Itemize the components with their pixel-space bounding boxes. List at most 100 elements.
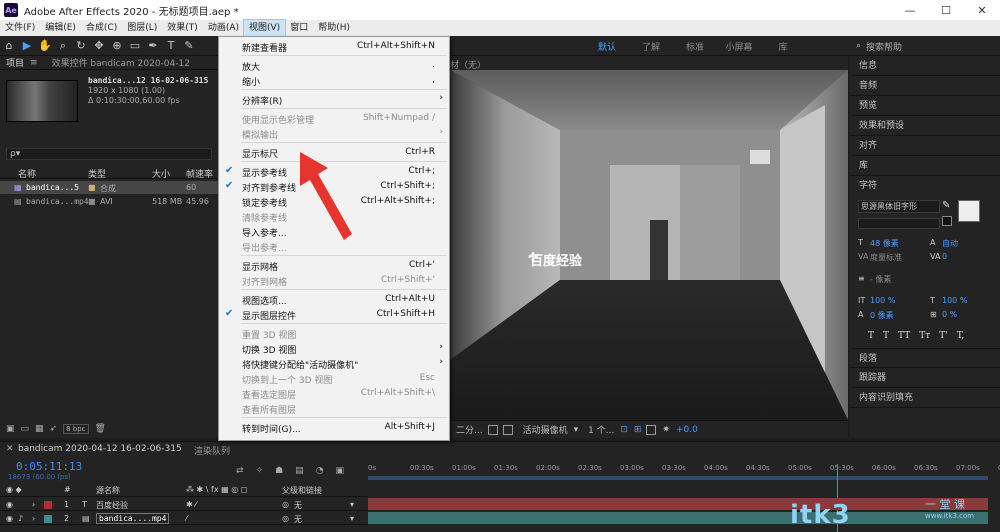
faux-italic-button[interactable]: T (883, 331, 889, 341)
menu-edit[interactable]: 编辑(E) (40, 20, 81, 36)
rectangle-tool-icon[interactable]: ▭ (126, 37, 144, 55)
region-of-interest-icon[interactable] (487, 424, 498, 435)
workspace-library[interactable]: 库 (761, 40, 805, 53)
visibility-icon[interactable]: ◉ (6, 514, 13, 523)
superscript-button[interactable]: T' (939, 331, 947, 341)
brush-tool-icon[interactable]: ✎ (180, 37, 198, 55)
font-size-value[interactable]: 48 像素 (870, 238, 899, 249)
all-caps-button[interactable]: TT (898, 331, 910, 341)
panel-info[interactable]: 信息 (850, 56, 1000, 76)
chevron-down-icon[interactable]: ▾ (350, 514, 354, 523)
close-button[interactable]: ✕ (964, 0, 1000, 20)
tab-effect-controls[interactable]: 效果控件 bandicam 2020-04-12 (38, 56, 190, 69)
subscript-button[interactable]: T, (957, 331, 965, 341)
chevron-down-icon[interactable]: ▾ (350, 500, 354, 509)
menu-item[interactable]: 放大. (219, 58, 449, 73)
pan-behind-tool-icon[interactable]: ⊕ (108, 37, 126, 55)
menu-window[interactable]: 窗口 (285, 20, 313, 36)
menu-item[interactable]: 显示网格 Ctrl+' (219, 258, 449, 273)
tab-render-queue[interactable]: 渲染队列 (194, 444, 230, 457)
menu-item[interactable]: 将快捷键分配给"活动摄像机" › (219, 356, 449, 371)
workspace-standard[interactable]: 标准 (673, 40, 717, 53)
resolution-select[interactable]: 二分... (456, 423, 483, 436)
anchor-crosshair-icon[interactable]: ✣ (528, 250, 538, 264)
close-icon[interactable]: ✕ (6, 444, 14, 454)
fill-color-swatch[interactable] (958, 200, 980, 222)
menu-item[interactable]: 新建查看器 Ctrl+Alt+Shift+N (219, 39, 449, 54)
timeline-link-icon[interactable]: ⊞ (634, 425, 642, 435)
layer-switches-icon[interactable]: ✱ ⁄ (186, 500, 197, 509)
trash-icon[interactable]: 🗑 (95, 424, 106, 434)
parent-link-icon[interactable]: ◎ (282, 500, 289, 509)
menu-item[interactable]: 切换 3D 视图 › (219, 341, 449, 356)
comp-flowchart-icon[interactable] (646, 424, 657, 435)
label-color-icon[interactable] (44, 515, 52, 523)
visibility-icon[interactable]: ◉ (6, 500, 13, 509)
panel-tracker[interactable]: 跟踪器 (850, 368, 1000, 388)
col-type[interactable]: 类型 (88, 167, 106, 180)
pen-tool-icon[interactable]: ✒ (144, 37, 162, 55)
table-row[interactable]: ◉ › 1 T 百度经验 ✱ ⁄ ◎ 无 ▾ (0, 498, 368, 511)
menu-view[interactable]: 视图(V) (242, 19, 287, 37)
transparency-grid-icon[interactable] (502, 424, 513, 435)
project-search-input[interactable]: ρ▾ (6, 148, 212, 160)
stroke-width-value[interactable]: - 像素 (870, 274, 891, 285)
list-item[interactable]: ▦ bandica...5 ■ 合成 60 (0, 181, 218, 194)
comp-mini-flowchart-icon[interactable]: ⇄ (236, 466, 244, 476)
parent-link-icon[interactable]: ◎ (282, 514, 289, 523)
table-row[interactable]: ◉ ♪ › 2 ▤ bandica....mp4 ⁄ ◎ 无 ▾ (0, 512, 368, 525)
menu-item[interactable]: 缩小, (219, 73, 449, 88)
exposure-value[interactable]: +0.0 (676, 425, 698, 435)
layer-bar-text[interactable] (368, 498, 988, 510)
workspace-learn[interactable]: 了解 (629, 40, 673, 53)
new-composition-icon[interactable]: ▦ (35, 424, 44, 434)
type-tool-icon[interactable]: T (162, 37, 180, 55)
tsume-value[interactable]: 0 % (942, 310, 957, 319)
selection-tool-icon[interactable]: ▶ (18, 37, 36, 55)
menu-file[interactable]: 文件(F) (0, 20, 40, 36)
bpc-toggle[interactable]: 8 bpc (63, 424, 89, 434)
workspace-small-screen[interactable]: 小屏幕 (717, 40, 761, 53)
small-caps-button[interactable]: Tт (919, 331, 930, 341)
panel-effects-presets[interactable]: 效果和预设 (850, 116, 1000, 136)
leading-value[interactable]: 自动 (942, 238, 958, 249)
horizontal-scale-value[interactable]: 100 % (942, 296, 967, 305)
panel-content-aware-fill[interactable]: 内容识别填充 (850, 388, 1000, 408)
col-name[interactable]: 名称 (18, 167, 36, 180)
kerning-value[interactable]: 度量标准 (870, 252, 902, 263)
list-item[interactable]: ▤ bandica...mp4 ■ AVI 518 MB 45.96 (0, 195, 218, 208)
menu-composition[interactable]: 合成(C) (81, 20, 122, 36)
panel-character[interactable]: 字符 (850, 176, 1000, 196)
frame-blending-icon[interactable]: ▤ (295, 466, 304, 476)
tab-composition[interactable]: bandicam 2020-04-12 16-02-06-315 (18, 444, 182, 454)
minimize-button[interactable]: — (892, 0, 928, 20)
current-time[interactable]: 0:05:11:13 (16, 460, 82, 473)
rotate-tool-icon[interactable]: ↻ (72, 37, 90, 55)
time-ruler[interactable]: 0s 00:30s 01:00s 01:30s 02:00s 02:30s 03:00s 03… (368, 464, 1000, 476)
menu-layer[interactable]: 图层(L) (122, 20, 162, 36)
col-fps[interactable]: 帧速率 (186, 167, 213, 180)
shy-layers-icon[interactable]: ☗ (275, 466, 283, 476)
home-icon[interactable]: ⌂ (0, 37, 18, 55)
panel-menu-icon[interactable]: ≡ (30, 58, 38, 68)
col-size[interactable]: 大小 (152, 167, 170, 180)
faux-bold-button[interactable]: T (868, 331, 874, 341)
search-help[interactable]: ⌕ 搜索帮助 (838, 39, 998, 53)
draft-3d-icon[interactable]: ✧ (256, 466, 264, 476)
font-style-select[interactable] (858, 218, 940, 229)
menu-item[interactable]: 视图选项... Ctrl+Alt+U (219, 292, 449, 307)
panel-paragraph[interactable]: 段落 (850, 348, 1000, 368)
interpret-footage-icon[interactable]: ▣ (6, 424, 15, 434)
hand-tool-icon[interactable]: ✋ (36, 37, 54, 55)
flowchart-icon[interactable]: ➶ (50, 424, 58, 434)
motion-blur-icon[interactable]: ◔ (316, 466, 324, 476)
work-area-bar[interactable] (368, 476, 988, 480)
tracking-value[interactable]: 0 (942, 252, 947, 261)
panel-preview[interactable]: 预览 (850, 96, 1000, 116)
panel-library[interactable]: 库 (850, 156, 1000, 176)
audio-icon[interactable]: ♪ (18, 514, 23, 523)
layer-switches-icon[interactable]: ⁄ (186, 514, 187, 523)
menu-help[interactable]: 帮助(H) (313, 20, 355, 36)
expand-chevron-icon[interactable]: › (32, 514, 35, 523)
zoom-tool-icon[interactable]: ⌕ (54, 37, 72, 55)
